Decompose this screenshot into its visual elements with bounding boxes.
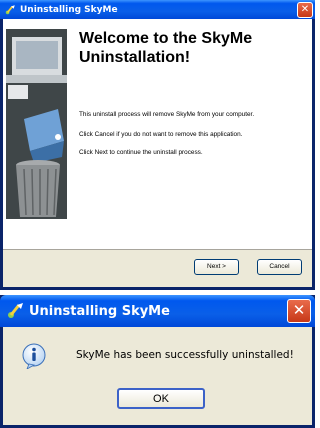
- installer-body: Welcome to the SkyMe Uninstallation! Thi…: [3, 19, 312, 287]
- description-text: This uninstall process will remove SkyMe…: [79, 111, 255, 118]
- welcome-heading: Welcome to the SkyMe Uninstallation!: [79, 30, 253, 66]
- dialog-close-button[interactable]: ✕: [287, 299, 311, 323]
- installer-window: Uninstalling SkyMe ✕ Welcome to the SkyM…: [0, 0, 315, 290]
- button-footer: Next > Cancel: [3, 249, 312, 287]
- success-dialog: Uninstalling SkyMe ✕ SkyMe has been succ…: [0, 295, 315, 428]
- dialog-body: SkyMe has been successfully uninstalled!…: [3, 327, 312, 425]
- ok-button[interactable]: OK: [117, 388, 205, 409]
- dialog-title-bar[interactable]: Uninstalling SkyMe ✕: [0, 295, 315, 327]
- cancel-instruction-text: Click Cancel if you do not want to remov…: [79, 131, 243, 138]
- installer-title-bar[interactable]: Uninstalling SkyMe ✕: [0, 0, 315, 19]
- info-icon: [21, 343, 47, 369]
- cancel-button[interactable]: Cancel: [257, 259, 302, 275]
- success-message: SkyMe has been successfully uninstalled!: [76, 349, 294, 361]
- app-icon: [5, 301, 25, 321]
- installer-title: Uninstalling SkyMe: [20, 4, 118, 15]
- next-button[interactable]: Next >: [194, 259, 239, 275]
- installer-close-button[interactable]: ✕: [297, 1, 313, 18]
- next-instruction-text: Click Next to continue the uninstall pro…: [79, 149, 203, 156]
- dialog-title: Uninstalling SkyMe: [29, 303, 170, 319]
- app-icon: [4, 4, 16, 16]
- banner-image: [6, 29, 67, 219]
